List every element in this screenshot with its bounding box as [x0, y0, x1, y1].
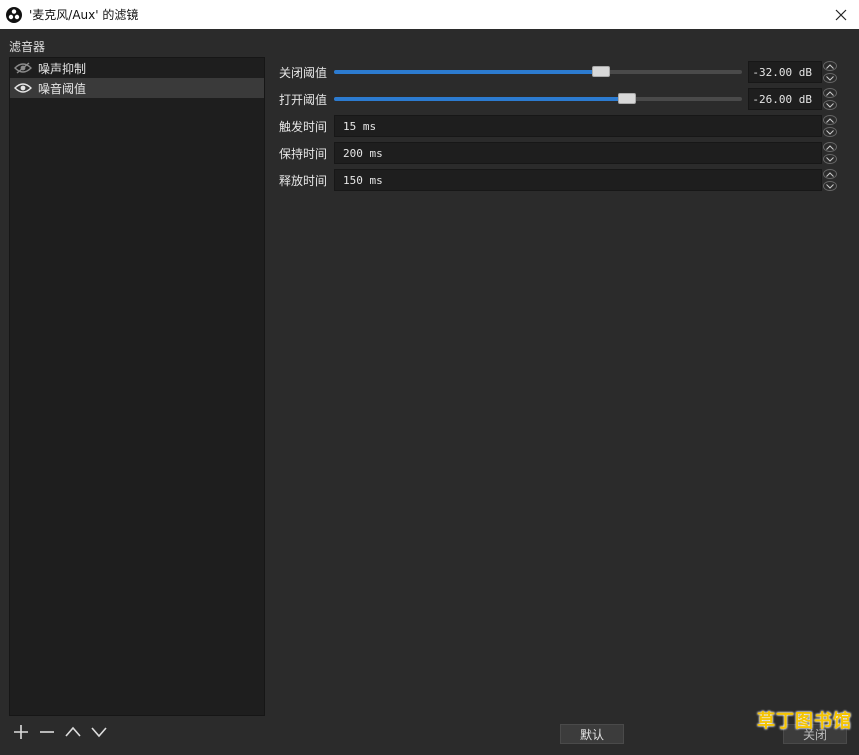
obs-logo-icon	[6, 6, 22, 23]
stepper-down-icon[interactable]	[823, 181, 837, 191]
chevron-down-icon	[91, 727, 107, 738]
stepper-up-icon[interactable]	[823, 88, 837, 98]
window-close-button[interactable]	[823, 0, 859, 29]
close-threshold-slider[interactable]	[334, 61, 742, 83]
filter-item-label: 噪音阈值	[38, 81, 87, 96]
close-icon	[835, 9, 847, 20]
stepper-down-icon[interactable]	[823, 100, 837, 110]
hold-time-spinbox[interactable]: 200 ms	[334, 142, 822, 164]
chevron-up-icon	[65, 726, 81, 737]
open-threshold-slider-fill	[334, 97, 627, 101]
minus-icon	[40, 731, 54, 733]
release-time-stepper	[823, 169, 837, 191]
open-threshold-label: 打开阈值	[279, 92, 328, 107]
close-threshold-slider-fill	[334, 70, 601, 74]
close-threshold-stepper	[823, 61, 837, 83]
close-threshold-value: -32.00 dB	[752, 65, 812, 79]
add-filter-button[interactable]	[11, 722, 31, 742]
stepper-up-icon[interactable]	[823, 169, 837, 179]
eye-visible-icon[interactable]	[14, 81, 32, 95]
eye-hidden-icon[interactable]	[14, 61, 32, 75]
plus-icon	[14, 725, 28, 739]
open-threshold-slider-handle[interactable]	[618, 93, 636, 104]
reset-defaults-button[interactable]: 默认	[560, 724, 624, 744]
hold-time-label: 保持时间	[279, 146, 328, 161]
move-filter-down-button[interactable]	[89, 722, 109, 742]
window-title: '麦克风/Aux' 的滤镜	[29, 8, 139, 22]
release-time-spinbox[interactable]: 150 ms	[334, 169, 822, 191]
stepper-down-icon[interactable]	[823, 127, 837, 137]
attack-time-value: 15 ms	[343, 119, 377, 133]
close-threshold-slider-handle[interactable]	[592, 66, 610, 77]
release-time-label: 释放时间	[279, 173, 328, 188]
filters-heading: 滤音器	[9, 40, 46, 54]
stepper-up-icon[interactable]	[823, 142, 837, 152]
open-threshold-value: -26.00 dB	[752, 92, 812, 106]
attack-time-label: 触发时间	[279, 119, 328, 134]
title-bar: '麦克风/Aux' 的滤镜	[0, 0, 859, 29]
filter-item-label: 噪声抑制	[38, 61, 87, 76]
stepper-down-icon[interactable]	[823, 154, 837, 164]
watermark-text: 草丁图书馆	[757, 711, 852, 732]
stepper-down-icon[interactable]	[823, 73, 837, 83]
hold-time-row: 保持时间	[279, 142, 333, 164]
filter-item-noise-gate[interactable]: 噪音阈值	[10, 78, 264, 98]
attack-time-stepper	[823, 115, 837, 137]
hold-time-value: 200 ms	[343, 146, 383, 160]
hold-time-stepper	[823, 142, 837, 164]
attack-time-spinbox[interactable]: 15 ms	[334, 115, 822, 137]
open-threshold-slider[interactable]	[334, 88, 742, 110]
open-threshold-spinbox[interactable]: -26.00 dB	[748, 88, 822, 110]
remove-filter-button[interactable]	[37, 722, 57, 742]
move-filter-up-button[interactable]	[63, 722, 83, 742]
filter-item-noise-suppression[interactable]: 噪声抑制	[10, 58, 264, 78]
attack-time-row: 触发时间	[279, 115, 333, 137]
close-threshold-row: 关闭阈值	[279, 61, 333, 83]
close-threshold-spinbox[interactable]: -32.00 dB	[748, 61, 822, 83]
close-threshold-label: 关闭阈值	[279, 65, 328, 80]
open-threshold-row: 打开阈值	[279, 88, 333, 110]
stepper-up-icon[interactable]	[823, 115, 837, 125]
open-threshold-stepper	[823, 88, 837, 110]
release-time-row: 释放时间	[279, 169, 333, 191]
stepper-up-icon[interactable]	[823, 61, 837, 71]
release-time-value: 150 ms	[343, 173, 383, 187]
filter-list[interactable]: 噪声抑制 噪音阈值	[9, 57, 265, 716]
filter-toolbar	[11, 722, 109, 742]
